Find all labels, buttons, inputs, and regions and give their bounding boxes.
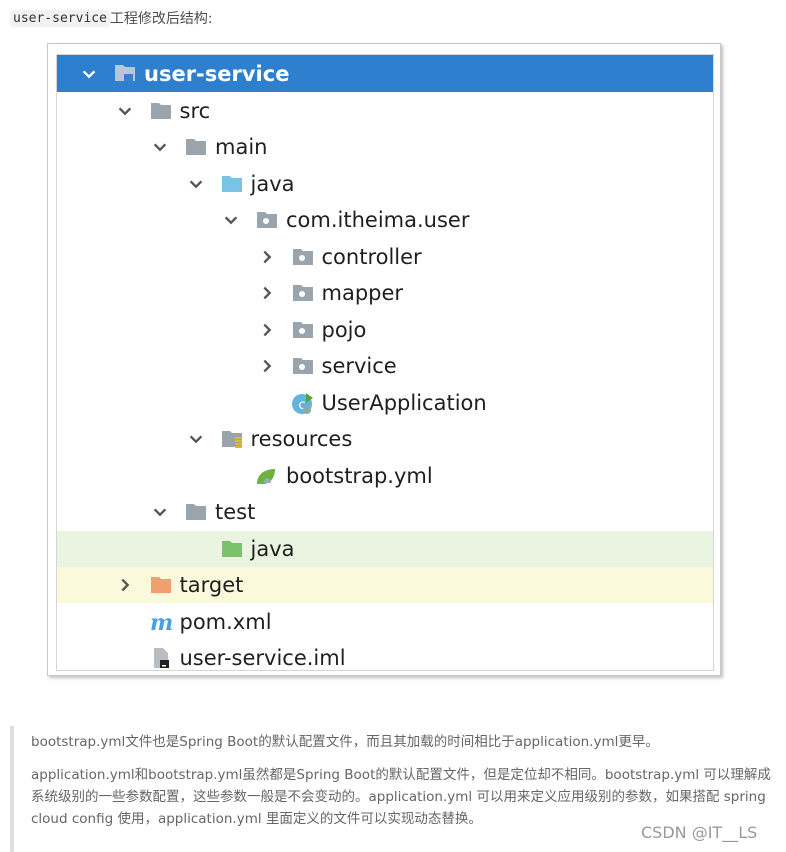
chevron-right-icon[interactable] [257, 283, 277, 303]
watermark: CSDN @IT__LS [641, 823, 758, 842]
package-icon [255, 208, 279, 232]
caption-text: 工程修改后结构: [109, 11, 213, 27]
tree-node-label: java [250, 171, 295, 196]
tree-node-label: UserApplication [321, 390, 487, 415]
project-tree: user-service src main java com.itheima.user c… [56, 54, 714, 671]
chevron-down-icon[interactable] [186, 174, 206, 194]
chevron-right-icon[interactable] [257, 247, 277, 267]
maven-icon: m [149, 610, 173, 636]
tree-node-label: java [250, 536, 295, 561]
tree-node-user-service-iml[interactable]: user-service.iml [57, 640, 713, 670]
tree-node-main[interactable]: main [57, 129, 713, 165]
tree-node-resources[interactable]: resources [57, 421, 713, 457]
quote-line-2: application.yml和bootstrap.yml虽然都是Spring … [31, 767, 771, 827]
tree-node-label: user-service.iml [179, 646, 346, 670]
caption: user-service 工程修改后结构: [10, 8, 213, 28]
tree-node-com-itheima-user[interactable]: com.itheima.user [57, 202, 713, 238]
tree-node-label: pojo [321, 317, 367, 342]
tree-node-label: service [321, 354, 397, 378]
tree-node-label: src [179, 98, 211, 123]
folder-icon [149, 99, 173, 123]
tree-node-label: resources [250, 427, 353, 451]
package-icon [291, 245, 315, 269]
tree-node-label: test [215, 500, 256, 524]
tree-node-test[interactable]: test [57, 494, 713, 530]
chevron-down-icon[interactable] [150, 502, 170, 522]
package-icon [291, 281, 315, 305]
chevron-down-icon[interactable] [221, 210, 241, 230]
tree-node-user-service[interactable]: user-service [57, 55, 713, 92]
resources-folder-icon [220, 427, 244, 451]
tree-node-src[interactable]: src [57, 93, 713, 129]
chevron-down-icon[interactable] [186, 429, 206, 449]
chevron-down-icon[interactable] [115, 101, 135, 121]
caption-code: user-service [10, 9, 110, 27]
tree-node-label: pom.xml [179, 609, 272, 634]
tree-node-label: controller [321, 244, 422, 269]
iml-file-icon [149, 646, 173, 670]
excluded-folder-icon [149, 573, 173, 597]
tree-node-pojo[interactable]: pojo [57, 312, 713, 348]
svg-text:m: m [150, 610, 173, 634]
package-icon [291, 354, 315, 378]
tree-node-pom-xml[interactable]: m pom.xml [57, 604, 713, 640]
source-folder-icon [220, 172, 244, 196]
project-tree-screenshot: user-service src main java com.itheima.user c… [47, 43, 721, 676]
tree-node-label: target [179, 573, 244, 597]
tree-node-target[interactable]: target [57, 567, 713, 603]
chevron-right-icon[interactable] [115, 575, 135, 595]
spring-boot-class-icon: c [291, 391, 315, 415]
chevron-right-icon[interactable] [257, 356, 277, 376]
chevron-down-icon[interactable] [150, 137, 170, 157]
folder-icon [184, 500, 208, 524]
module-folder-icon [113, 61, 137, 85]
folder-icon [184, 135, 208, 159]
tree-node-controller[interactable]: controller [57, 239, 713, 275]
tree-node-label: com.itheima.user [286, 208, 470, 232]
tree-node-service[interactable]: service [57, 348, 713, 384]
tree-node-label: user-service [144, 61, 290, 86]
tree-node-label: main [215, 135, 268, 159]
tree-node-bootstrap-yml[interactable]: bootstrap.yml [57, 458, 713, 494]
tree-node-java[interactable]: java [57, 530, 713, 567]
spring-leaf-icon [255, 464, 279, 488]
tree-node-java[interactable]: java [57, 166, 713, 202]
chevron-down-icon[interactable] [79, 64, 99, 84]
tree-node-label: mapper [321, 281, 404, 305]
chevron-right-icon[interactable] [257, 320, 277, 340]
quote-line-1: bootstrap.yml文件也是Spring Boot的默认配置文件，而且其加… [31, 734, 659, 750]
tree-node-label: bootstrap.yml [286, 463, 433, 488]
tree-node-mapper[interactable]: mapper [57, 275, 713, 311]
test-source-folder-icon [220, 537, 244, 561]
package-icon [291, 318, 315, 342]
tree-node-userapplication[interactable]: c UserApplication [57, 385, 713, 421]
